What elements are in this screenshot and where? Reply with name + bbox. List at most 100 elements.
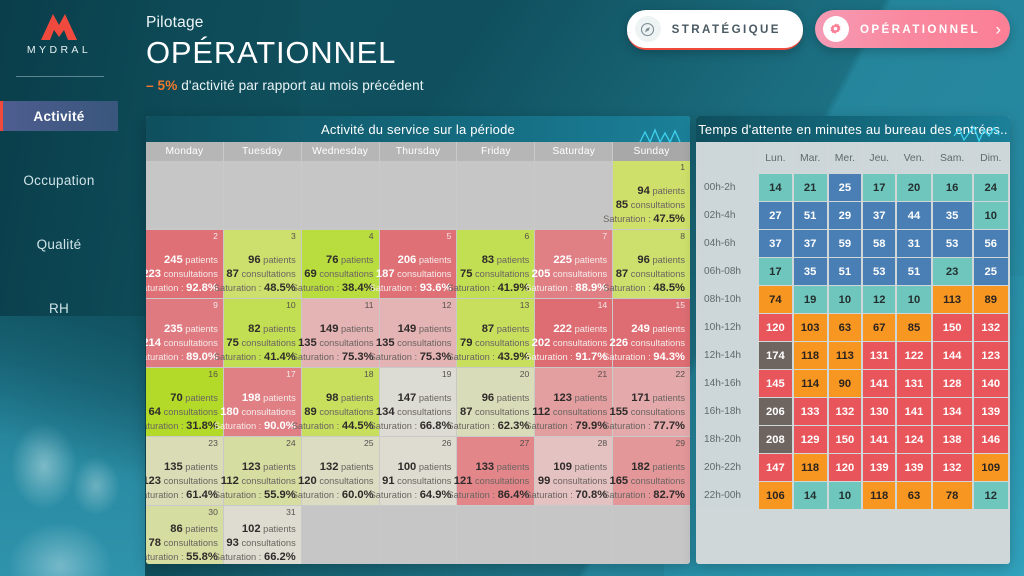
waiting-time-cell[interactable]: 206 (759, 398, 792, 425)
waiting-time-cell[interactable]: 129 (793, 426, 827, 453)
waiting-time-cell[interactable]: 35 (932, 202, 972, 229)
waiting-time-cell[interactable]: 24 (973, 174, 1008, 201)
waiting-time-cell[interactable]: 53 (863, 258, 896, 285)
calendar-day-cell[interactable]: 24 123 patients 112 consultations Saturatio… (214, 437, 302, 506)
waiting-time-cell[interactable]: 21 (793, 174, 827, 201)
waiting-time-cell[interactable]: 10 (828, 482, 862, 509)
calendar-day-cell[interactable]: 26 100 patients 91 consultations Saturation… (370, 437, 458, 506)
waiting-time-cell[interactable]: 146 (973, 426, 1008, 453)
waiting-time-cell[interactable]: 208 (759, 426, 792, 453)
waiting-time-cell[interactable]: 123 (973, 342, 1008, 369)
waiting-time-cell[interactable]: 63 (897, 482, 931, 509)
calendar-day-cell[interactable]: 4 76 patients 69 consultations Saturation :… (292, 230, 380, 299)
waiting-time-cell[interactable]: 118 (793, 342, 827, 369)
waiting-time-cell[interactable]: 78 (932, 482, 972, 509)
waiting-time-cell[interactable]: 109 (973, 454, 1008, 481)
calendar-day-cell[interactable]: 9 235 patients 214 consultations Saturation… (146, 299, 224, 368)
calendar-day-cell[interactable]: 16 70 patients 64 consultations Saturation … (146, 368, 224, 437)
waiting-time-cell[interactable]: 58 (863, 230, 896, 257)
waiting-time-cell[interactable]: 89 (973, 286, 1008, 313)
waiting-time-cell[interactable]: 150 (828, 426, 862, 453)
waiting-time-cell[interactable]: 113 (828, 342, 862, 369)
waiting-time-cell[interactable]: 114 (793, 370, 827, 397)
waiting-time-cell[interactable]: 59 (828, 230, 862, 257)
waiting-time-cell[interactable]: 67 (863, 314, 896, 341)
calendar-day-cell[interactable]: 25 132 patients 120 consultations Saturatio… (292, 437, 380, 506)
waiting-time-cell[interactable]: 85 (897, 314, 931, 341)
waiting-time-cell[interactable]: 25 (828, 174, 862, 201)
waiting-time-cell[interactable]: 14 (759, 174, 792, 201)
sidebar-item-qualite[interactable]: Qualité (0, 229, 118, 259)
calendar-day-cell[interactable]: 17 198 patients 180 consultations Saturatio… (214, 368, 302, 437)
calendar-day-cell[interactable]: 12 149 patients 135 consultations Saturatio… (370, 299, 458, 368)
waiting-time-cell[interactable]: 29 (828, 202, 862, 229)
waiting-time-cell[interactable]: 131 (897, 370, 931, 397)
calendar-day-cell[interactable]: 29 182 patients 165 consultations Saturatio… (603, 437, 690, 506)
waiting-time-cell[interactable]: 124 (897, 426, 931, 453)
waiting-time-cell[interactable]: 138 (932, 426, 972, 453)
sidebar-item-occupation[interactable]: Occupation (0, 165, 118, 195)
waiting-time-cell[interactable]: 147 (759, 454, 792, 481)
calendar-day-cell[interactable]: 5 206 patients 187 consultations Saturation… (370, 230, 458, 299)
waiting-time-cell[interactable]: 37 (793, 230, 827, 257)
calendar-day-cell[interactable]: 1 94 patients 85 consultations Saturation :… (603, 161, 690, 230)
waiting-time-cell[interactable]: 132 (932, 454, 972, 481)
waiting-time-cell[interactable]: 51 (793, 202, 827, 229)
waiting-time-cell[interactable]: 120 (828, 454, 862, 481)
waiting-time-cell[interactable]: 23 (932, 258, 972, 285)
calendar-day-cell[interactable]: 23 135 patients 123 consultations Saturatio… (146, 437, 224, 506)
waiting-time-cell[interactable]: 139 (973, 398, 1008, 425)
waiting-time-cell[interactable]: 74 (759, 286, 792, 313)
waiting-time-cell[interactable]: 141 (863, 426, 896, 453)
waiting-time-cell[interactable]: 37 (759, 230, 792, 257)
waiting-time-cell[interactable]: 12 (973, 482, 1008, 509)
waiting-time-cell[interactable]: 56 (973, 230, 1008, 257)
calendar-day-cell[interactable]: 3 96 patients 87 consultations Saturation :… (214, 230, 302, 299)
waiting-time-cell[interactable]: 53 (932, 230, 972, 257)
tab-operationnel[interactable]: OPÉRATIONNEL › (814, 10, 1010, 48)
waiting-time-cell[interactable]: 174 (759, 342, 792, 369)
waiting-time-cell[interactable]: 10 (828, 286, 862, 313)
calendar-day-cell[interactable]: 15 249 patients 226 consultations Saturatio… (603, 299, 690, 368)
waiting-time-cell[interactable]: 16 (932, 174, 972, 201)
waiting-time-cell[interactable]: 139 (863, 454, 896, 481)
calendar-day-cell[interactable]: 8 96 patients 87 consultations Saturation :… (603, 230, 690, 299)
calendar-day-cell[interactable]: 7 225 patients 205 consultations Saturation… (525, 230, 614, 299)
waiting-time-cell[interactable]: 90 (828, 370, 862, 397)
calendar-day-cell[interactable]: 18 98 patients 89 consultations Saturation … (292, 368, 380, 437)
waiting-time-cell[interactable]: 144 (932, 342, 972, 369)
waiting-time-cell[interactable]: 140 (973, 370, 1008, 397)
waiting-time-cell[interactable]: 35 (793, 258, 827, 285)
waiting-time-cell[interactable]: 51 (897, 258, 931, 285)
waiting-time-cell[interactable]: 106 (759, 482, 792, 509)
waiting-time-cell[interactable]: 132 (973, 314, 1008, 341)
calendar-day-cell[interactable]: 19 147 patients 134 consultations Saturatio… (370, 368, 458, 437)
waiting-time-cell[interactable]: 133 (793, 398, 827, 425)
calendar-day-cell[interactable]: 28 109 patients 99 consultations Saturation… (525, 437, 614, 506)
waiting-time-cell[interactable]: 132 (828, 398, 862, 425)
calendar-day-cell[interactable]: 20 96 patients 87 consultations Saturation … (447, 368, 536, 437)
waiting-time-cell[interactable]: 12 (863, 286, 896, 313)
waiting-time-cell[interactable]: 17 (863, 174, 896, 201)
waiting-time-cell[interactable]: 27 (759, 202, 792, 229)
waiting-time-cell[interactable]: 14 (793, 482, 827, 509)
waiting-time-cell[interactable]: 10 (897, 286, 931, 313)
waiting-time-cell[interactable]: 118 (863, 482, 896, 509)
calendar-day-cell[interactable]: 14 222 patients 202 consultations Saturatio… (525, 299, 614, 368)
waiting-time-cell[interactable]: 118 (793, 454, 827, 481)
waiting-time-cell[interactable]: 25 (973, 258, 1008, 285)
waiting-time-cell[interactable]: 19 (793, 286, 827, 313)
waiting-time-cell[interactable]: 103 (793, 314, 827, 341)
sidebar-item-rh[interactable]: RH (0, 293, 118, 323)
waiting-time-cell[interactable]: 134 (932, 398, 972, 425)
calendar-day-cell[interactable]: 22 171 patients 155 consultations Saturatio… (603, 368, 690, 437)
calendar-day-cell[interactable]: 13 87 patients 79 consultations Saturation … (447, 299, 536, 368)
calendar-day-cell[interactable]: 11 149 patients 135 consultations Saturatio… (292, 299, 380, 368)
waiting-time-cell[interactable]: 20 (897, 174, 931, 201)
waiting-time-cell[interactable]: 128 (932, 370, 972, 397)
calendar-day-cell[interactable]: 10 82 patients 75 consultations Saturation … (214, 299, 302, 368)
calendar-day-cell[interactable]: 30 86 patients 78 consultations Saturation … (146, 506, 224, 564)
waiting-time-cell[interactable]: 130 (863, 398, 896, 425)
waiting-time-cell[interactable]: 139 (897, 454, 931, 481)
waiting-time-cell[interactable]: 131 (863, 342, 896, 369)
